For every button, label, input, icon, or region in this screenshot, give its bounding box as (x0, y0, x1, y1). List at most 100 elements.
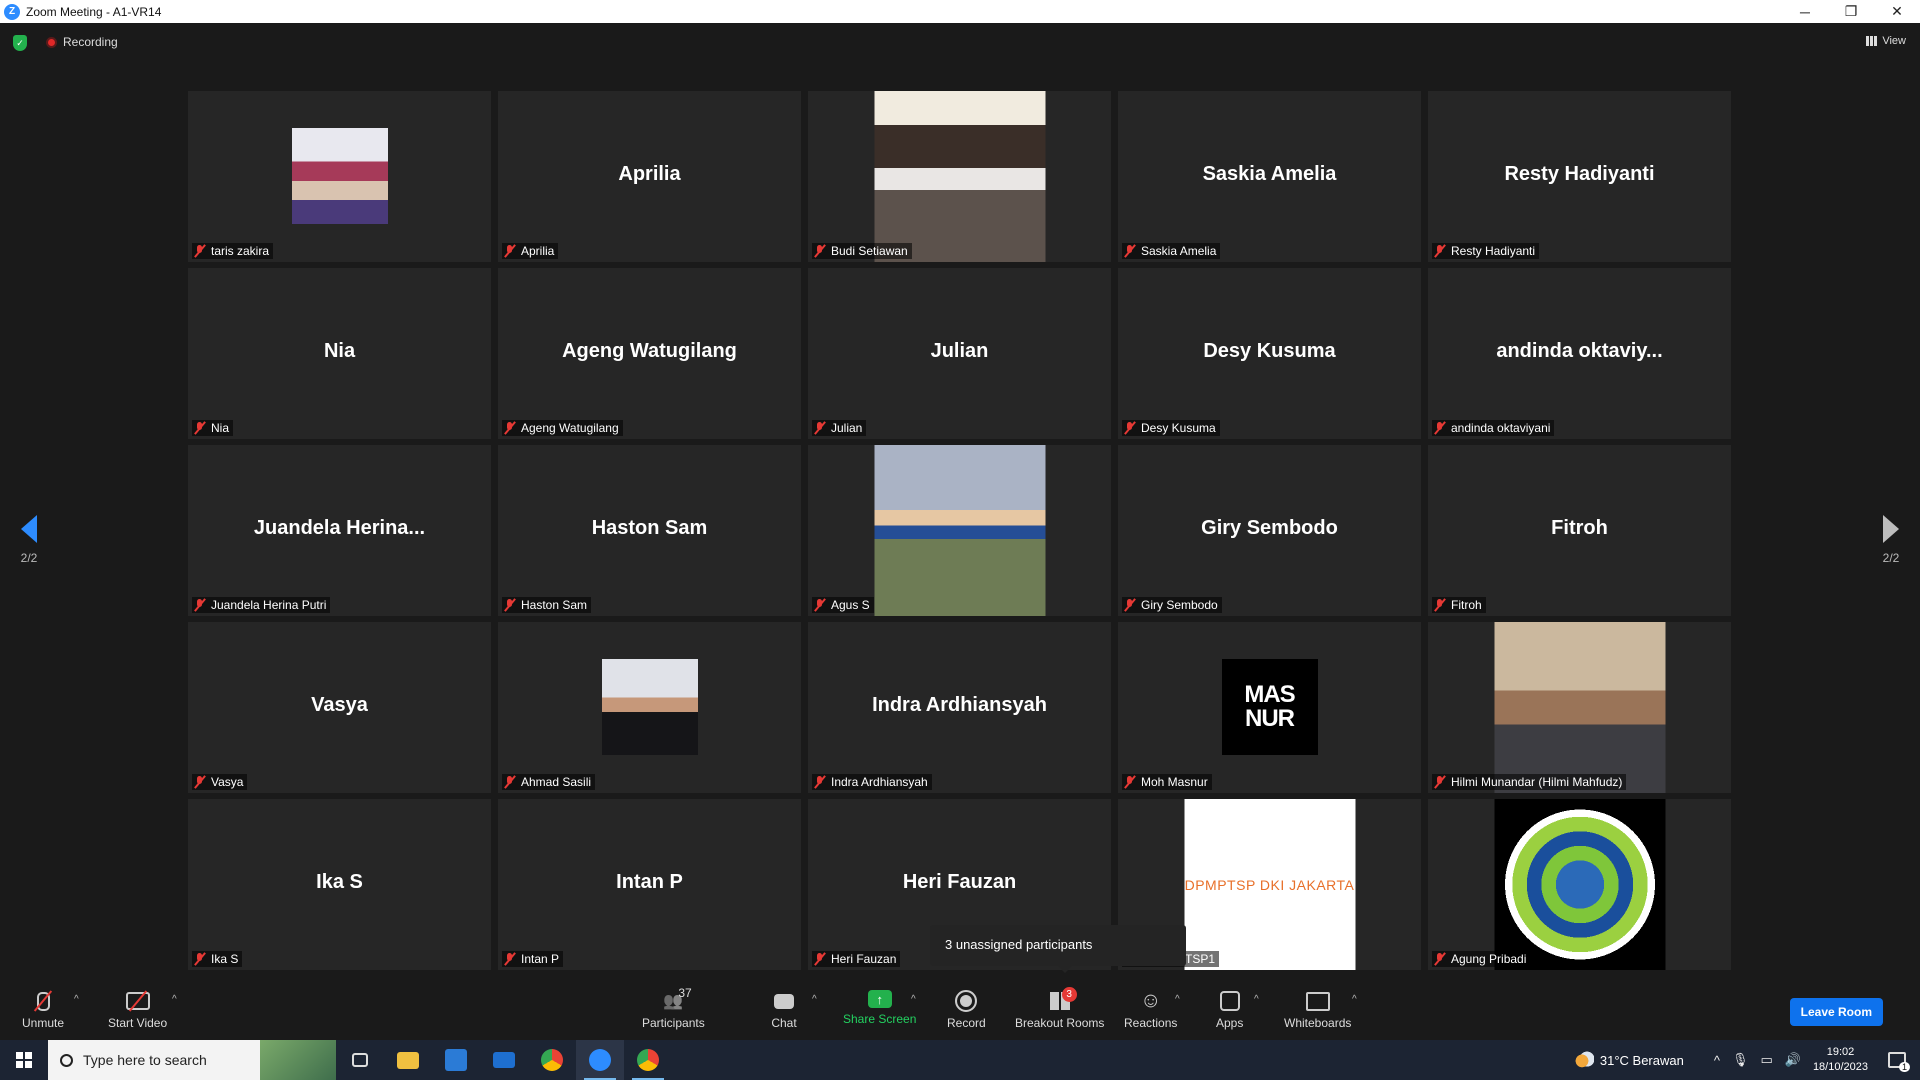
participant-name: Ageng Watugilang (521, 421, 619, 435)
participant-tile[interactable]: Indra Ardhiansyah Indra Ardhiansyah (808, 622, 1111, 793)
record-icon (953, 990, 979, 1012)
windows-taskbar: Type here to search 31°C Berawan ^ 🎙 ▭ 🔊… (0, 1040, 1920, 1080)
apps-icon (1217, 990, 1243, 1012)
page-indicator-right: 2/2 (1882, 551, 1900, 565)
share-screen-button[interactable]: ↑ Share Screen (843, 990, 916, 1026)
participant-tile[interactable]: Juandela Herina... Juandela Herina Putri (188, 445, 491, 616)
participant-tile[interactable]: Giry Sembodo Giry Sembodo (1118, 445, 1421, 616)
share-options-caret[interactable]: ^ (911, 994, 916, 1005)
chat-button[interactable]: Chat (771, 990, 797, 1030)
apps-button[interactable]: Apps (1216, 990, 1243, 1030)
participant-tile[interactable]: Agus S (808, 445, 1111, 616)
participant-tile[interactable]: Aprilia Aprilia (498, 91, 801, 262)
participant-tile[interactable]: Desy Kusuma Desy Kusuma (1118, 268, 1421, 439)
zoom-taskbar-button[interactable] (576, 1040, 624, 1080)
participant-tile[interactable]: Saskia Amelia Saskia Amelia (1118, 91, 1421, 262)
leave-room-button[interactable]: Leave Room (1789, 998, 1883, 1026)
task-view-button[interactable] (336, 1040, 384, 1080)
prev-page-button[interactable]: 2/2 (14, 515, 44, 565)
participant-display-name: Juandela Herina... (253, 517, 426, 539)
whiteboards-options-caret[interactable]: ^ (1352, 994, 1357, 1005)
network-icon[interactable]: ▭ (1760, 1052, 1772, 1068)
mic-muted-icon (814, 245, 826, 257)
chrome-icon (637, 1049, 659, 1071)
participant-tile[interactable]: Ahmad Sasili (498, 622, 801, 793)
search-highlight-image (260, 1040, 336, 1080)
participant-tile[interactable]: Ika S Ika S (188, 799, 491, 970)
taskbar-clock[interactable]: 19:02 18/10/2023 (1813, 1045, 1868, 1075)
participant-name: Nia (211, 421, 230, 435)
video-options-caret[interactable]: ^ (172, 994, 177, 1005)
reactions-options-caret[interactable]: ^ (1175, 994, 1180, 1005)
chrome-profile-button[interactable] (624, 1040, 672, 1080)
participant-tile[interactable]: Haston Sam Haston Sam (498, 445, 801, 616)
next-page-button[interactable]: 2/2 (1876, 515, 1906, 565)
apps-options-caret[interactable]: ^ (1254, 994, 1259, 1005)
participant-display-name: Giry Sembodo (1201, 517, 1338, 539)
participant-tile[interactable]: Budi Setiawan (808, 91, 1111, 262)
reactions-button[interactable]: Reactions (1124, 990, 1177, 1030)
mic-muted-icon (504, 776, 516, 788)
chrome-button[interactable] (528, 1040, 576, 1080)
microphone-icon[interactable]: 🎙 (1732, 1052, 1749, 1068)
whiteboards-button[interactable]: Whiteboards (1284, 990, 1351, 1030)
weather-widget[interactable]: 31°C Berawan (1573, 1051, 1684, 1069)
clock-date: 18/10/2023 (1812, 1061, 1868, 1073)
participant-label: Resty Hadiyanti (1432, 243, 1540, 259)
participant-display-name: andinda oktaviy... (1496, 340, 1663, 362)
participant-display-name: Resty Hadiyanti (1504, 163, 1655, 185)
store-button[interactable] (432, 1040, 480, 1080)
mic-muted-icon (504, 953, 516, 965)
record-button[interactable]: Record (947, 990, 986, 1030)
recording-label: Recording (63, 35, 118, 49)
view-button[interactable]: View (1866, 35, 1906, 47)
chat-options-caret[interactable]: ^ (812, 994, 817, 1005)
unmute-label: Unmute (22, 1016, 65, 1030)
unmute-button[interactable]: Unmute (22, 990, 64, 1030)
participant-tile[interactable]: Julian Julian (808, 268, 1111, 439)
encryption-shield-icon[interactable]: ✓ (13, 35, 27, 51)
taskbar-search[interactable]: Type here to search (48, 1040, 336, 1080)
reactions-label: Reactions (1124, 1016, 1178, 1030)
tray-chevron-icon[interactable]: ^ (1714, 1053, 1720, 1068)
participant-tile[interactable]: Vasya Vasya (188, 622, 491, 793)
mail-icon (493, 1052, 515, 1068)
participant-tile[interactable]: andinda oktaviy... andinda oktaviyani (1428, 268, 1731, 439)
participant-tile[interactable]: MAS NUR Moh Masnur (1118, 622, 1421, 793)
close-button[interactable]: ✕ (1874, 0, 1920, 23)
participant-tile[interactable]: Ageng Watugilang Ageng Watugilang (498, 268, 801, 439)
participants-button[interactable]: 37 Participants (642, 986, 705, 1030)
recording-indicator[interactable]: Recording (46, 35, 118, 49)
participant-label: Vasya (192, 774, 248, 790)
start-button[interactable] (0, 1040, 48, 1080)
volume-icon[interactable]: 🔊 (1785, 1052, 1801, 1068)
breakout-rooms-button[interactable]: 3 Breakout Rooms (1015, 987, 1104, 1030)
start-video-button[interactable]: Start Video (108, 990, 167, 1030)
participant-display-name: Ika S (316, 871, 363, 893)
chat-label: Chat (771, 1016, 797, 1030)
participant-display-name: Haston Sam (591, 517, 708, 539)
restore-button[interactable]: ❐ (1828, 0, 1874, 23)
participant-tile[interactable]: Fitroh Fitroh (1428, 445, 1731, 616)
participant-tile[interactable]: Resty Hadiyanti Resty Hadiyanti (1428, 91, 1731, 262)
folder-icon (397, 1051, 419, 1069)
windows-logo-icon (16, 1052, 32, 1068)
mic-muted-icon (1434, 422, 1446, 434)
participant-label: Julian (812, 420, 867, 436)
participant-tile[interactable]: taris zakira (188, 91, 491, 262)
notification-center-icon[interactable]: 1 (1888, 1052, 1910, 1072)
participant-tile[interactable]: Hilmi Munandar (Hilmi Mahfudz) (1428, 622, 1731, 793)
file-explorer-button[interactable] (384, 1040, 432, 1080)
participant-tile[interactable]: Intan P Intan P (498, 799, 801, 970)
minimize-button[interactable]: ─ (1782, 0, 1828, 23)
participant-tile[interactable]: Agung Pribadi (1428, 799, 1731, 970)
participant-label: Agung Pribadi (1432, 951, 1531, 967)
page-indicator-left: 2/2 (20, 551, 38, 565)
participant-tile[interactable]: Nia Nia (188, 268, 491, 439)
mail-button[interactable] (480, 1040, 528, 1080)
audio-options-caret[interactable]: ^ (74, 994, 79, 1005)
logo-text-line2: NUR (1245, 705, 1295, 732)
participant-name: Ahmad Sasili (521, 775, 592, 789)
notification-count: 1 (1898, 1062, 1910, 1072)
participant-display-name: Nia (323, 340, 356, 362)
